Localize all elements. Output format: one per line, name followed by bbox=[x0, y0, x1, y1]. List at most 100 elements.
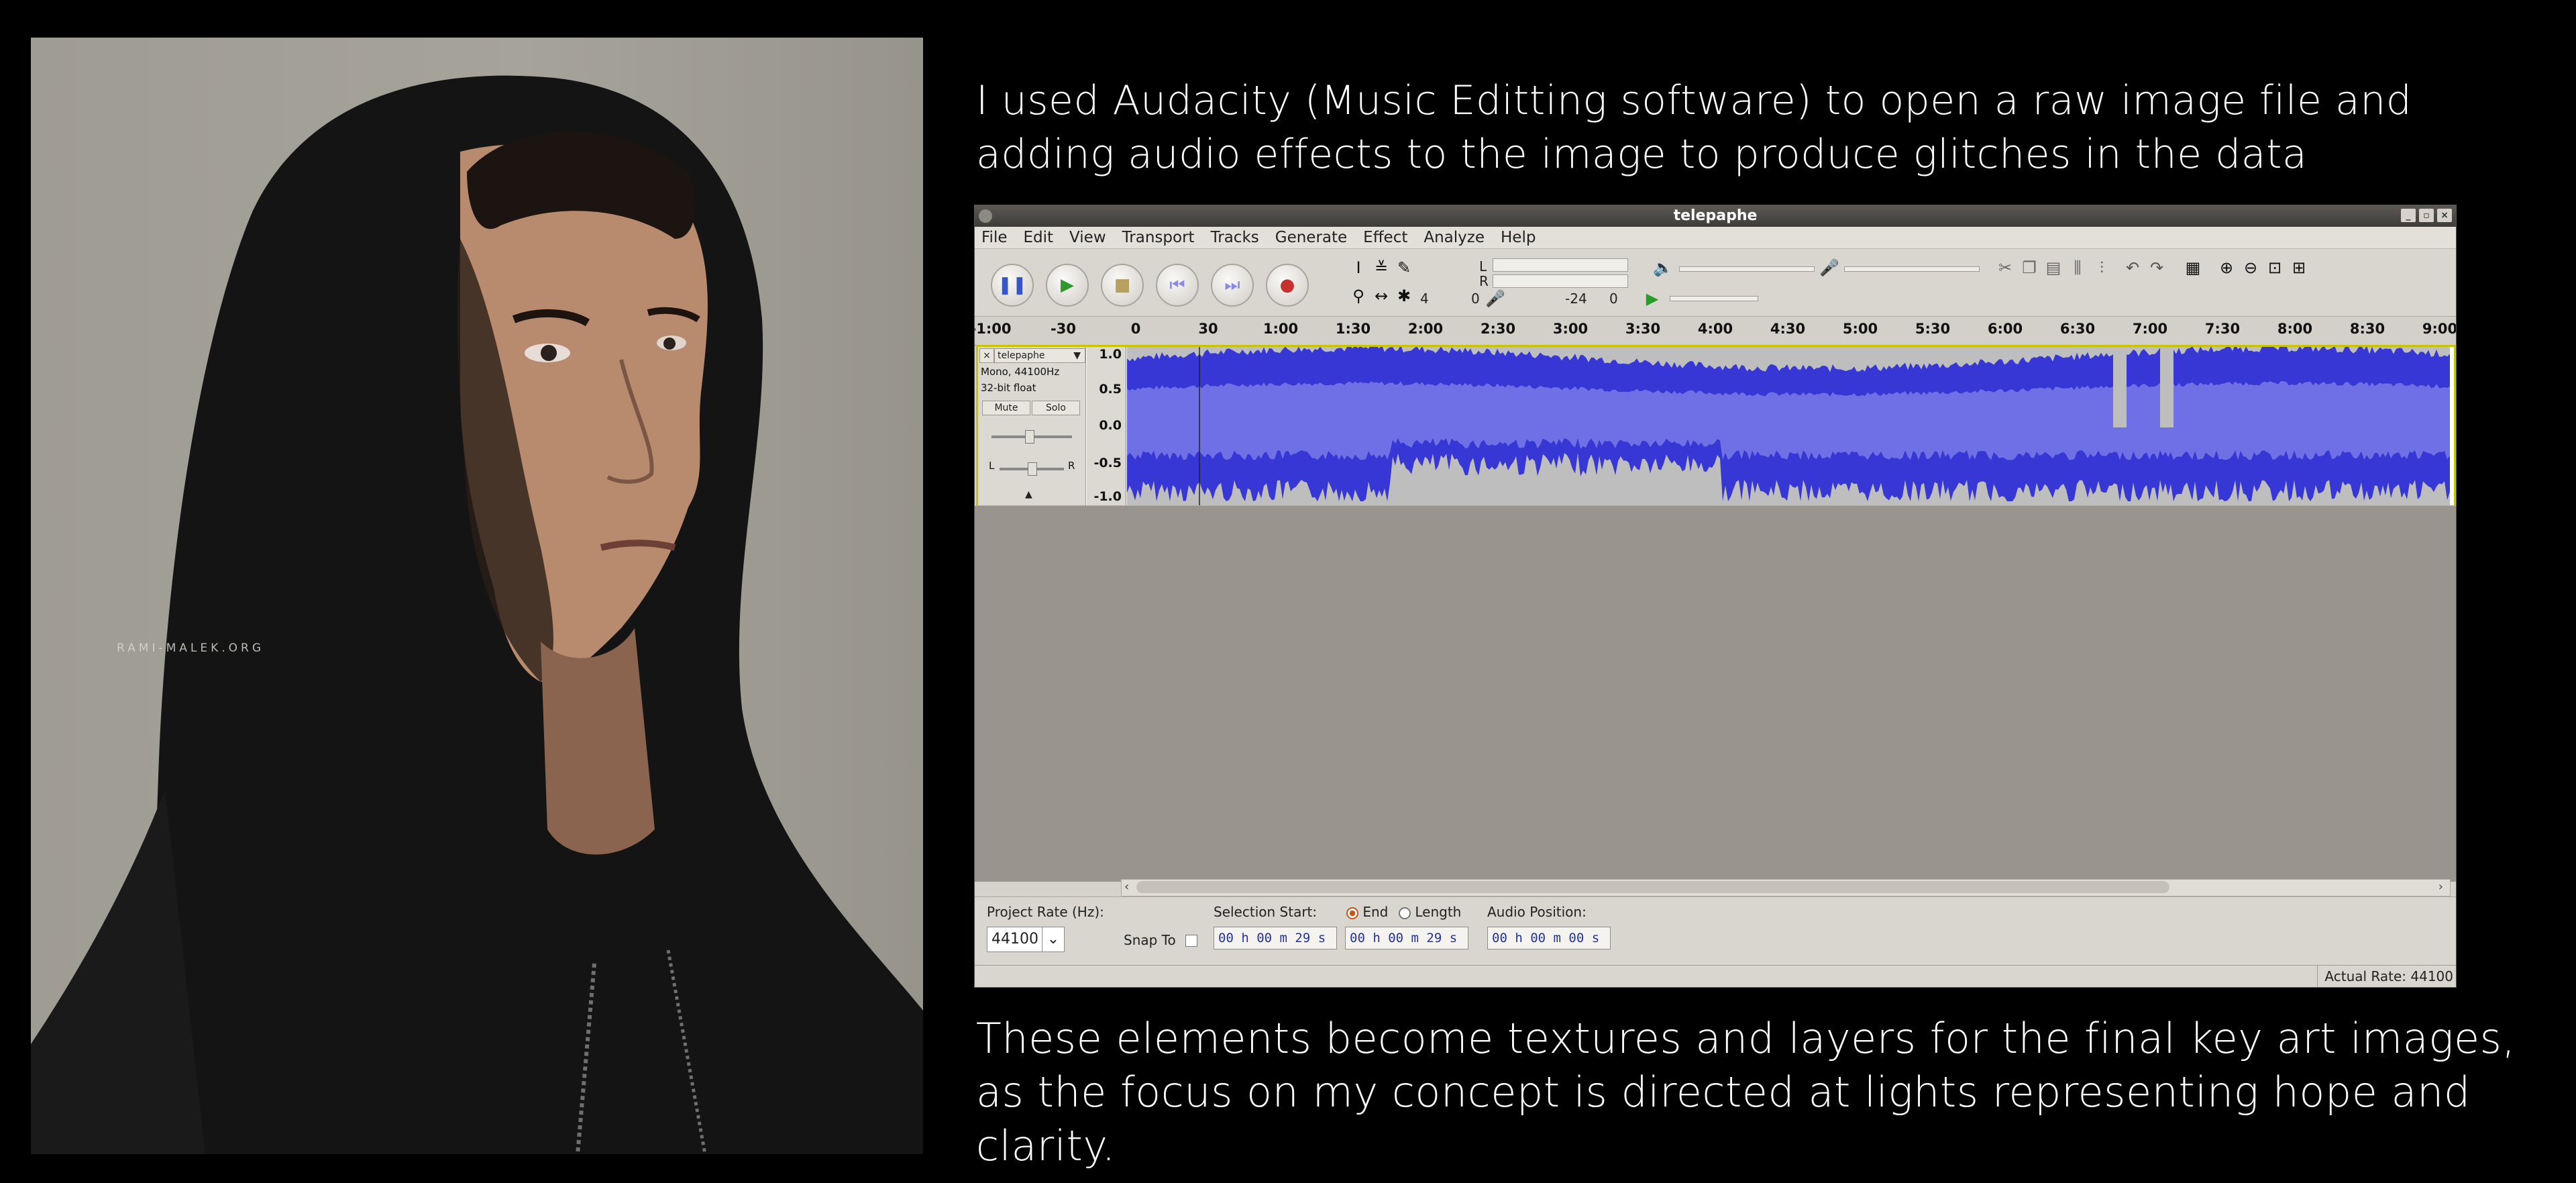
fit-selection-icon[interactable]: ⊡ bbox=[2264, 257, 2286, 278]
waveform-glitch-gap bbox=[2160, 347, 2174, 427]
input-volume-slider[interactable] bbox=[1844, 266, 1980, 272]
track-close-icon[interactable]: × bbox=[979, 348, 994, 363]
playback-meter[interactable] bbox=[1493, 258, 1628, 272]
menu-view[interactable]: View bbox=[1069, 229, 1106, 246]
redo-icon[interactable]: ↷ bbox=[2146, 257, 2167, 278]
gain-slider-thumb[interactable] bbox=[1025, 430, 1034, 444]
trim-icon[interactable]: ⫼ bbox=[2067, 257, 2088, 278]
status-bar: Actual Rate: 44100 bbox=[975, 965, 2456, 987]
amplitude-ruler: 1.0 0.5 0.0 -0.5 -1.0 bbox=[1087, 347, 1126, 505]
end-radio-group[interactable]: End bbox=[1346, 904, 1388, 920]
menu-help[interactable]: Help bbox=[1501, 229, 1536, 246]
amp-label-neg-0-5: -0.5 bbox=[1093, 456, 1122, 470]
zoom-out-icon[interactable]: ⊖ bbox=[2240, 257, 2261, 278]
horizontal-scrollbar[interactable]: ‹ › bbox=[1121, 879, 2451, 896]
pause-button[interactable]: ❚❚ bbox=[991, 264, 1034, 307]
photo-watermark: RAMI-MALEK.ORG bbox=[117, 641, 264, 655]
pan-slider[interactable] bbox=[1000, 462, 1064, 476]
ruler-tick-label: -30 bbox=[1051, 321, 1076, 337]
meter-db-c: -24 bbox=[1565, 291, 1587, 307]
ruler-tick-label: 9:00 bbox=[2422, 321, 2457, 337]
selection-start-label: Selection Start: bbox=[1214, 904, 1318, 920]
length-radio[interactable] bbox=[1399, 907, 1411, 919]
solo-button[interactable]: Solo bbox=[1032, 401, 1080, 415]
length-label: Length bbox=[1415, 904, 1462, 920]
undo-icon[interactable]: ↶ bbox=[2122, 257, 2143, 278]
stop-button[interactable]: ■ bbox=[1101, 264, 1144, 307]
output-volume-slider[interactable] bbox=[1679, 266, 1815, 272]
hooded-figure-illustration bbox=[31, 75, 923, 1154]
copy-icon[interactable]: ❐ bbox=[2019, 257, 2040, 278]
waveform-glitch-gap bbox=[2113, 347, 2127, 427]
end-radio[interactable] bbox=[1346, 907, 1358, 919]
portrait-photo: RAMI-MALEK.ORG bbox=[31, 38, 923, 1154]
envelope-tool-icon[interactable]: ≚ bbox=[1371, 257, 1392, 278]
track-name-menu[interactable]: telepaphe ▼ bbox=[994, 348, 1085, 363]
play-speed-slider[interactable] bbox=[1670, 296, 1758, 301]
project-rate-chevron-icon[interactable]: ⌄ bbox=[1042, 927, 1065, 952]
recording-meter[interactable] bbox=[1493, 274, 1628, 288]
audio-position-label: Audio Position: bbox=[1487, 904, 1587, 920]
mute-button[interactable]: Mute bbox=[982, 401, 1030, 415]
project-rate-select[interactable]: 44100 bbox=[987, 927, 1043, 952]
skip-end-button[interactable]: ⏭ bbox=[1211, 264, 1254, 307]
project-rate-label: Project Rate (Hz): bbox=[987, 904, 1104, 920]
scroll-right-icon[interactable]: › bbox=[2438, 880, 2443, 894]
timeline-ruler[interactable]: -1:00 -30 0 30 1:00 1:30 2:00 2:30 3:00 3:30 4:00 4… bbox=[975, 317, 2456, 346]
close-button[interactable]: × bbox=[2437, 209, 2452, 222]
sync-lock-icon[interactable]: ▦ bbox=[2182, 257, 2204, 278]
input-microphone-icon: 🎤 bbox=[1819, 258, 1839, 277]
silence-icon[interactable]: ⫶ bbox=[2091, 257, 2112, 278]
main-toolbar: ❚❚ ▶ ■ ⏮ ⏭ ● I ≚ ✎ ⚲ ↔ ✱ L R 4 0 🎤 -24 0… bbox=[975, 249, 2456, 317]
snap-to-checkbox[interactable] bbox=[1185, 935, 1197, 947]
menu-edit[interactable]: Edit bbox=[1024, 229, 1054, 246]
collapse-track-icon[interactable]: ▲ bbox=[1025, 489, 1032, 500]
timeshift-tool-icon[interactable]: ↔ bbox=[1371, 285, 1392, 307]
waveform-display[interactable] bbox=[1127, 347, 2450, 505]
cut-icon[interactable]: ✂ bbox=[1994, 257, 2016, 278]
window-titlebar[interactable]: telepaphe _ ▫ × bbox=[975, 205, 2456, 227]
ruler-tick-label: 4:30 bbox=[1770, 321, 1806, 337]
ruler-tick-label: 3:30 bbox=[1625, 321, 1661, 337]
record-button[interactable]: ● bbox=[1266, 264, 1309, 307]
maximize-button[interactable]: ▫ bbox=[2419, 209, 2434, 222]
selection-end-time[interactable]: 00 h 00 m 29 s bbox=[1345, 927, 1468, 949]
ruler-tick-label: 1:00 bbox=[1263, 321, 1299, 337]
zoom-tool-icon[interactable]: ⚲ bbox=[1348, 285, 1369, 307]
ruler-tick-label: 5:00 bbox=[1842, 321, 1878, 337]
fit-project-icon[interactable]: ⊞ bbox=[2288, 257, 2310, 278]
skip-start-button[interactable]: ⏮ bbox=[1156, 264, 1199, 307]
menu-analyze[interactable]: Analyze bbox=[1424, 229, 1485, 246]
audio-position-time[interactable]: 00 h 00 m 00 s bbox=[1487, 927, 1611, 949]
caption-top: I used Audacity (Music Editting software… bbox=[976, 74, 2519, 181]
menu-tracks[interactable]: Tracks bbox=[1211, 229, 1259, 246]
empty-track-area[interactable] bbox=[975, 506, 2456, 882]
amp-label-1: 1.0 bbox=[1099, 347, 1122, 362]
multi-tool-icon[interactable]: ✱ bbox=[1393, 285, 1415, 307]
play-button[interactable]: ▶ bbox=[1046, 264, 1089, 307]
pan-slider-thumb[interactable] bbox=[1028, 462, 1037, 476]
paste-icon[interactable]: ▤ bbox=[2043, 257, 2064, 278]
length-radio-group[interactable]: Length bbox=[1399, 904, 1461, 920]
microphone-icon[interactable]: 🎤 bbox=[1485, 288, 1506, 309]
window-menu-icon[interactable] bbox=[979, 209, 992, 223]
scrollbar-thumb[interactable] bbox=[1136, 881, 2169, 893]
scroll-left-icon[interactable]: ‹ bbox=[1124, 880, 1129, 894]
minimize-button[interactable]: _ bbox=[2401, 209, 2416, 222]
selection-tool-icon[interactable]: I bbox=[1348, 257, 1369, 278]
ruler-tick-label: 3:00 bbox=[1552, 321, 1589, 337]
ruler-tick-label: 0 bbox=[1130, 321, 1141, 337]
play-at-speed-icon[interactable]: ▶ bbox=[1642, 288, 1663, 309]
selection-start-time[interactable]: 00 h 00 m 29 s bbox=[1214, 927, 1337, 949]
ruler-tick-label: 7:00 bbox=[2132, 321, 2168, 337]
menu-file[interactable]: File bbox=[981, 229, 1008, 246]
menu-effect[interactable]: Effect bbox=[1363, 229, 1407, 246]
meter-db-b: 0 bbox=[1471, 291, 1480, 307]
menu-transport[interactable]: Transport bbox=[1122, 229, 1195, 246]
gain-slider[interactable] bbox=[991, 430, 1072, 444]
meter-right-label: R bbox=[1479, 273, 1489, 289]
draw-tool-icon[interactable]: ✎ bbox=[1393, 257, 1415, 278]
zoom-in-icon[interactable]: ⊕ bbox=[2216, 257, 2237, 278]
track-name: telepaphe bbox=[998, 350, 1045, 361]
menu-generate[interactable]: Generate bbox=[1275, 229, 1347, 246]
